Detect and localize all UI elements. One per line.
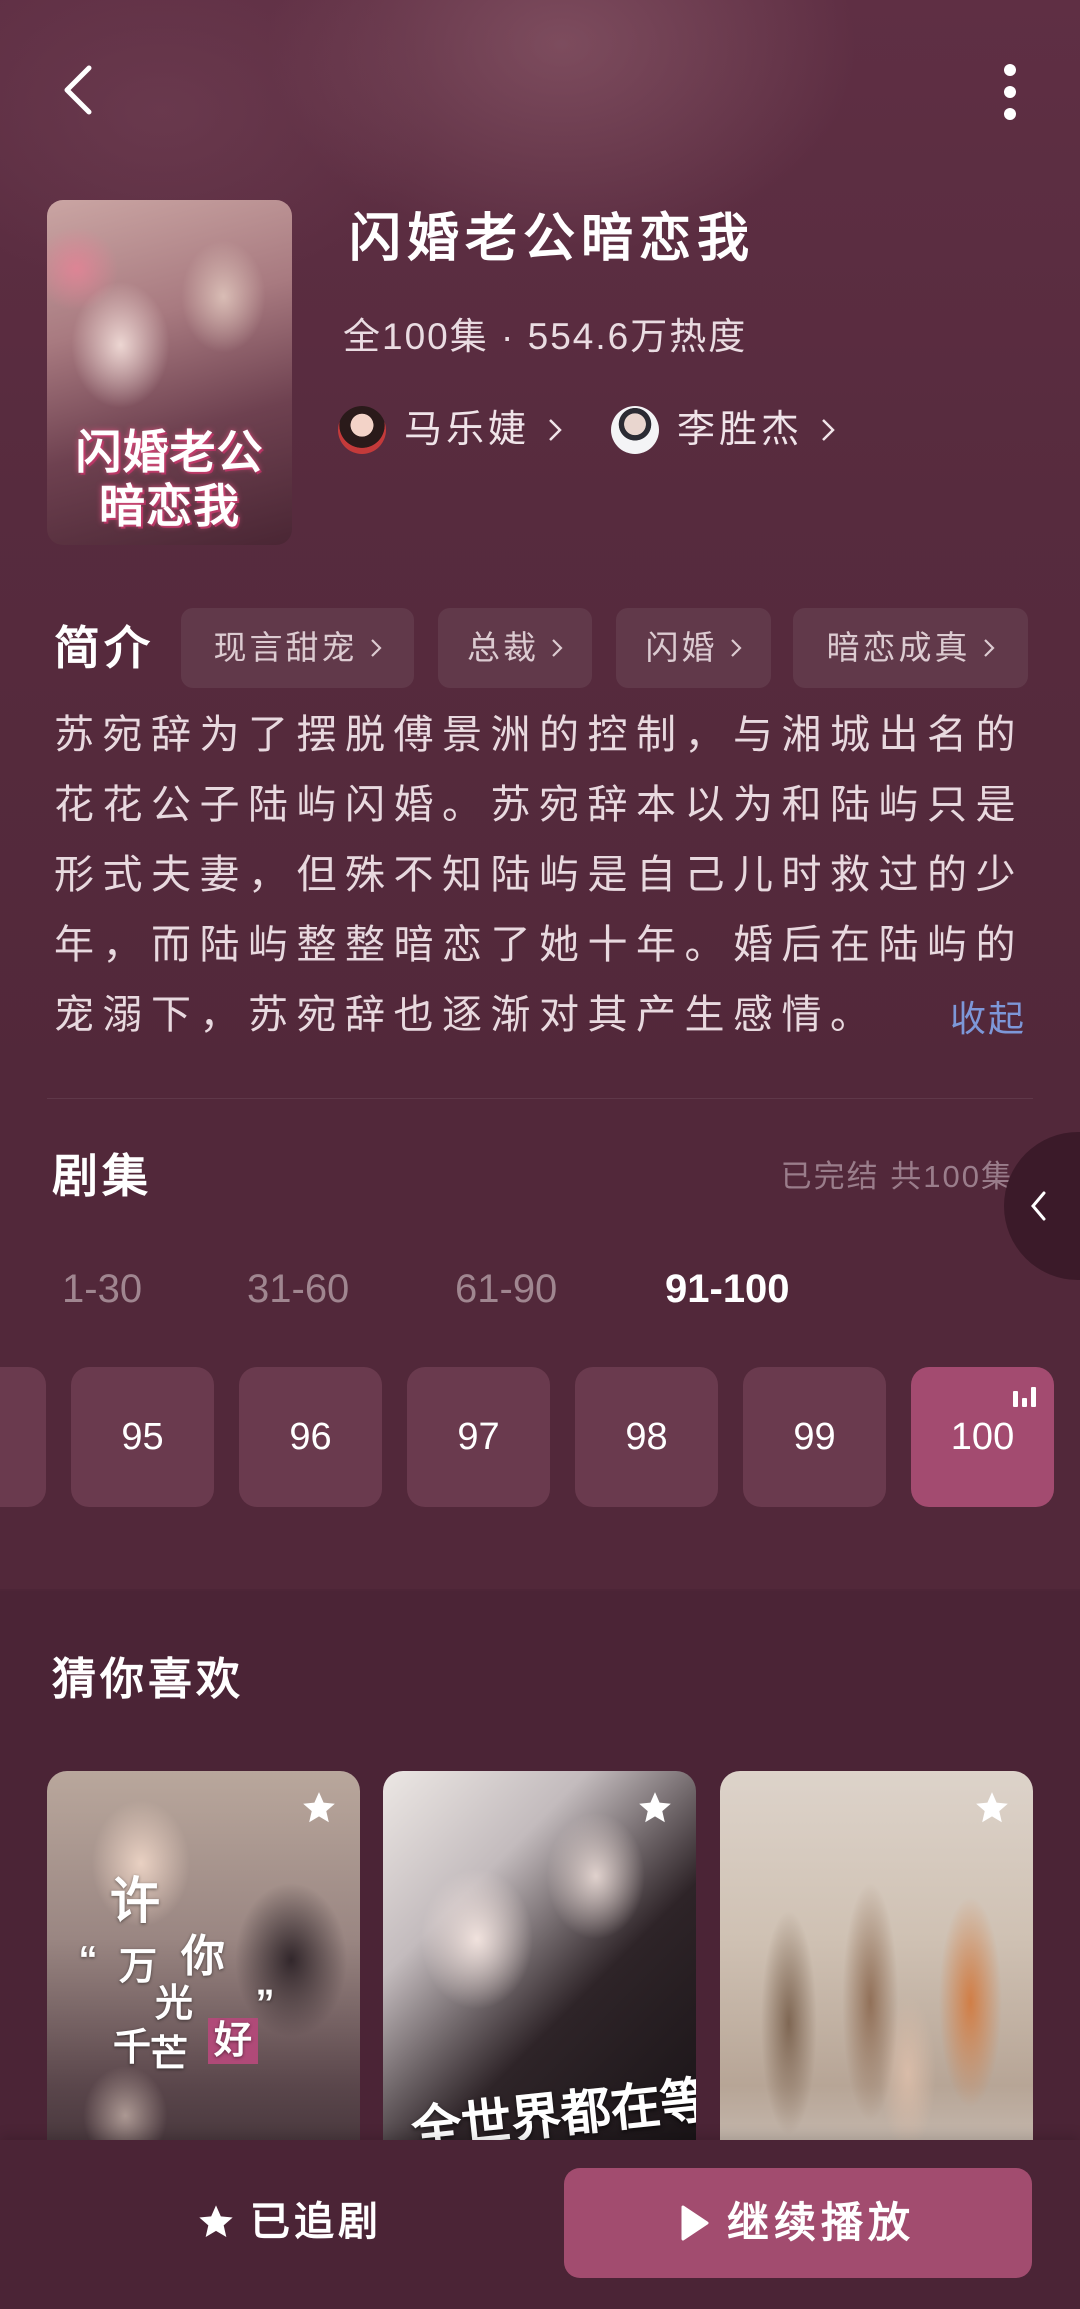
drama-title: 闪婚老公暗恋我 <box>349 210 756 268</box>
actor-link[interactable]: 李胜杰 <box>611 406 835 454</box>
poster-title-char: 千 <box>112 2027 152 2069</box>
intro-description: 苏宛辞为了摆脱傅景洲的控制，与湘城出名的花花公子陆屿闪婚。苏宛辞本以为和陆屿只是… <box>54 713 1024 1037</box>
recommend-card[interactable]: 许 “ 万 你 光 千 芒 好 ” <box>47 1771 360 2191</box>
episode-button[interactable]: 99 <box>743 1367 886 1507</box>
poster-title-char: ” <box>255 1983 275 2025</box>
actor-name: 李胜杰 <box>677 409 804 451</box>
tag-label: 现言甜宠 <box>213 629 358 666</box>
star-icon <box>199 2205 233 2237</box>
episode-button[interactable]: 97 <box>407 1367 550 1507</box>
back-arrow-icon <box>64 65 92 115</box>
actor-link[interactable]: 马乐婕 <box>338 406 562 454</box>
episode-range-tab[interactable]: 1-30 <box>62 1262 142 1316</box>
more-button[interactable] <box>990 56 1030 128</box>
tag-chip[interactable]: 闪婚 <box>616 608 771 688</box>
episode-button[interactable]: 98 <box>575 1367 718 1507</box>
poster-title-char: 芒 <box>149 2034 189 2076</box>
play-icon <box>681 2205 709 2241</box>
back-button[interactable] <box>52 58 104 122</box>
star-icon[interactable] <box>973 1789 1011 1827</box>
recommend-card[interactable] <box>720 1771 1033 2191</box>
episode-button[interactable]: 95 <box>71 1367 214 1507</box>
poster-title-line: 暗恋我 <box>99 480 240 532</box>
recommend-heading: 猜你喜欢 <box>52 1655 244 1704</box>
tag-label: 闪婚 <box>645 629 718 666</box>
chevron-right-icon <box>822 419 835 441</box>
divider <box>47 1098 1033 1099</box>
avatar <box>338 406 386 454</box>
actor-name: 马乐婕 <box>404 409 531 451</box>
play-label: 继续播放 <box>726 2199 915 2246</box>
continue-play-button[interactable]: 继续播放 <box>564 2168 1032 2278</box>
drama-poster[interactable]: 闪婚老公 暗恋我 <box>47 200 292 545</box>
tag-label: 总裁 <box>467 629 539 666</box>
poster-title-char: 好 <box>207 2018 259 2064</box>
chevron-right-icon <box>983 639 995 657</box>
intro-heading: 简介 <box>54 622 154 674</box>
chevron-right-icon <box>370 639 382 657</box>
episode-number: 100 <box>950 1415 1015 1458</box>
chevron-right-icon <box>730 639 742 657</box>
chevron-left-icon <box>1031 1191 1046 1221</box>
poster-title-char: 你 <box>181 1932 225 1981</box>
poster-title-char: 万 <box>118 1946 158 1988</box>
follow-label: 已追剧 <box>250 2200 382 2244</box>
drama-meta: 全100集 · 554.6万热度 <box>343 316 748 357</box>
chevron-right-icon <box>552 639 563 657</box>
star-icon[interactable] <box>300 1789 338 1827</box>
poster-title-char: 光 <box>154 1983 194 2025</box>
poster-title-char: 许 <box>110 1873 160 1929</box>
chevron-right-icon <box>549 419 562 441</box>
tag-chip[interactable]: 暗恋成真 <box>793 608 1028 688</box>
episodes-summary: 已完结 共100集 <box>780 1159 1014 1194</box>
episodes-heading: 剧集 <box>52 1150 152 1202</box>
avatar <box>611 406 659 454</box>
poster-title-char: “ <box>78 1939 98 1981</box>
poster-title-line: 闪婚老公 <box>75 426 264 478</box>
more-vertical-icon <box>1004 64 1016 120</box>
episode-range-tab-selected[interactable]: 91-100 <box>665 1262 790 1316</box>
episode-button[interactable] <box>0 1367 46 1507</box>
tag-chip[interactable]: 总裁 <box>438 608 592 688</box>
tag-chip[interactable]: 现言甜宠 <box>181 608 414 688</box>
recommend-card[interactable]: 全世界都在等 <box>383 1771 696 2191</box>
playing-bars-icon <box>1013 1385 1037 1407</box>
episode-range-tab[interactable]: 31-60 <box>247 1262 349 1316</box>
episode-button-current[interactable]: 100 <box>911 1367 1054 1507</box>
episode-range-tab[interactable]: 61-90 <box>455 1262 557 1316</box>
episodes-summary-link[interactable]: 已完结 共100集 <box>781 1156 1034 1198</box>
star-icon[interactable] <box>636 1789 674 1827</box>
follow-button[interactable]: 已追剧 <box>196 2196 382 2248</box>
tag-label: 暗恋成真 <box>826 629 971 666</box>
drama-detail-page: 闪婚老公 暗恋我 闪婚老公暗恋我 全100集 · 554.6万热度 马乐婕 李胜… <box>0 0 1080 2309</box>
collapse-link[interactable]: 收起 <box>950 997 1026 1041</box>
side-drawer-tab[interactable] <box>1004 1132 1080 1280</box>
episode-button[interactable]: 96 <box>239 1367 382 1507</box>
